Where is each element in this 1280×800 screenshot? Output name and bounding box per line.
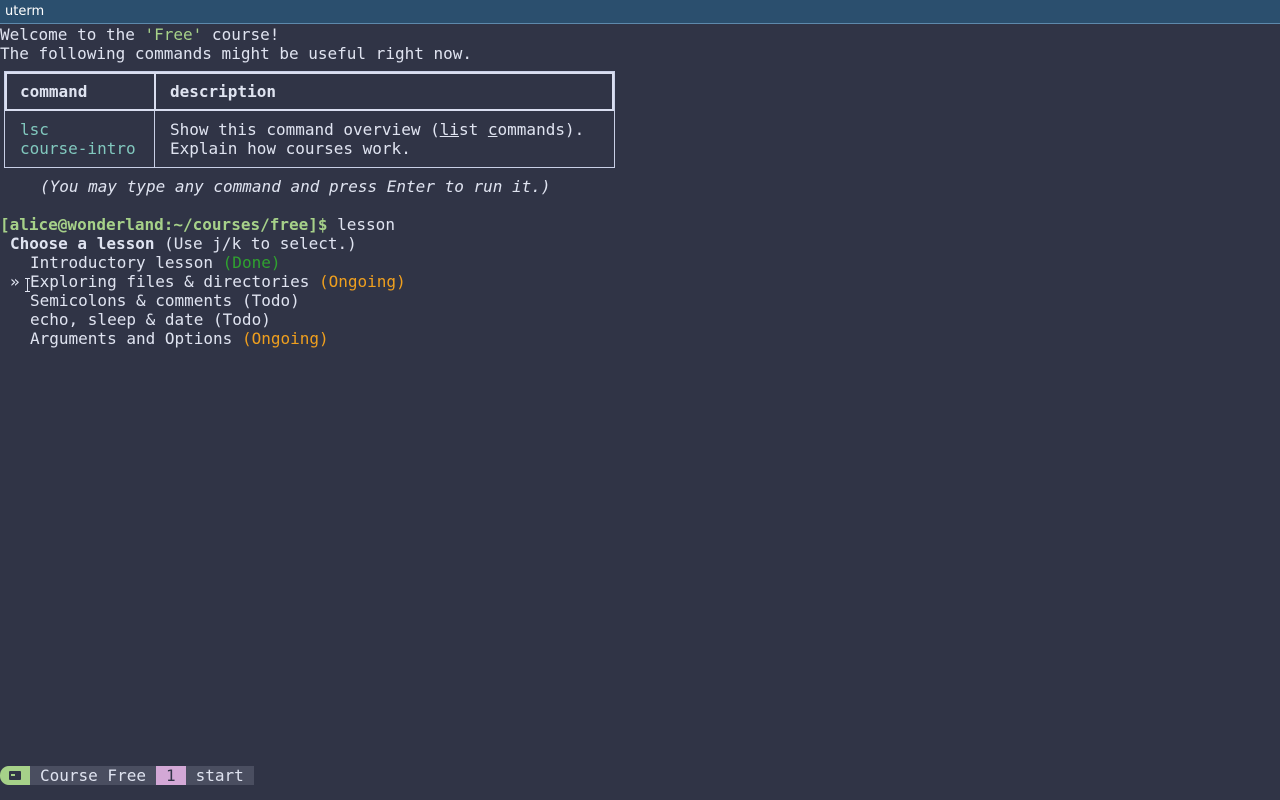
welcome-prefix: Welcome to the: [0, 25, 145, 44]
lesson-status: (Ongoing): [319, 272, 406, 291]
lesson-title: Exploring files & directories: [30, 272, 310, 291]
welcome-suffix: course!: [202, 25, 280, 44]
lesson-status: (Ongoing): [241, 329, 329, 348]
tmux-status-bar: Course Free 1 start: [0, 766, 254, 785]
session-name[interactable]: Course Free: [30, 766, 156, 785]
window-name[interactable]: start: [185, 766, 254, 785]
window-titlebar: uterm: [0, 0, 1280, 24]
description-lsc: Show this command overview (list command…: [170, 120, 584, 139]
text-cursor-icon: [25, 278, 31, 292]
header-description: description: [170, 82, 276, 101]
selection-marker: »: [10, 272, 20, 291]
lesson-question: Choose a lesson: [10, 234, 155, 253]
commands-table: command description lsc Show this comman…: [4, 71, 615, 168]
lesson-status: (Todo): [241, 291, 300, 310]
lesson-title: echo, sleep & date: [30, 310, 204, 329]
commands-intro: The following commands might be useful r…: [0, 44, 473, 63]
lesson-hint: (Use j/k to select.): [154, 234, 357, 253]
lesson-option[interactable]: echo, sleep & date (Todo): [30, 310, 271, 329]
lesson-status: (Done): [222, 253, 281, 272]
course-name: 'Free': [144, 25, 203, 44]
lesson-option[interactable]: Introductory lesson (Done): [30, 253, 280, 272]
shell-prompt-line: [alice@wonderland:~/courses/free]$ lesso…: [0, 215, 395, 234]
command-course-intro: course-intro: [20, 139, 136, 158]
lesson-option[interactable]: Arguments and Options (Ongoing): [30, 329, 329, 348]
desc-part: Show this command overview (: [170, 120, 440, 139]
desc-part: st: [458, 120, 488, 139]
lesson-title: Introductory lesson: [30, 253, 214, 272]
commands-table-header: [5, 72, 614, 111]
terminal-icon: [0, 766, 30, 785]
desc-underline: c: [487, 120, 498, 139]
desc-part: ommands).: [497, 120, 585, 139]
usage-hint: (You may type any command and press Ente…: [40, 177, 551, 196]
typed-command: lesson: [327, 215, 395, 234]
lesson-title: Arguments and Options: [30, 329, 233, 348]
lesson-option-selected[interactable]: Exploring files & directories (Ongoing): [30, 272, 406, 291]
window-title: uterm: [5, 4, 45, 19]
lesson-title: Semicolons & comments: [30, 291, 233, 310]
lesson-status: (Todo): [213, 310, 271, 329]
lesson-option[interactable]: Semicolons & comments (Todo): [30, 291, 300, 310]
desc-underline: li: [439, 120, 459, 139]
shell-prompt: [alice@wonderland:~/courses/free]$: [0, 215, 328, 234]
command-lsc: lsc: [20, 120, 49, 139]
description-course-intro: Explain how courses work.: [170, 139, 411, 158]
commands-table-header-divider: [154, 72, 156, 111]
welcome-line: Welcome to the 'Free' course!: [0, 25, 279, 44]
lesson-picker-question: Choose a lesson (Use j/k to select.): [10, 234, 357, 253]
header-command: command: [20, 82, 88, 101]
window-number[interactable]: 1: [155, 766, 186, 785]
